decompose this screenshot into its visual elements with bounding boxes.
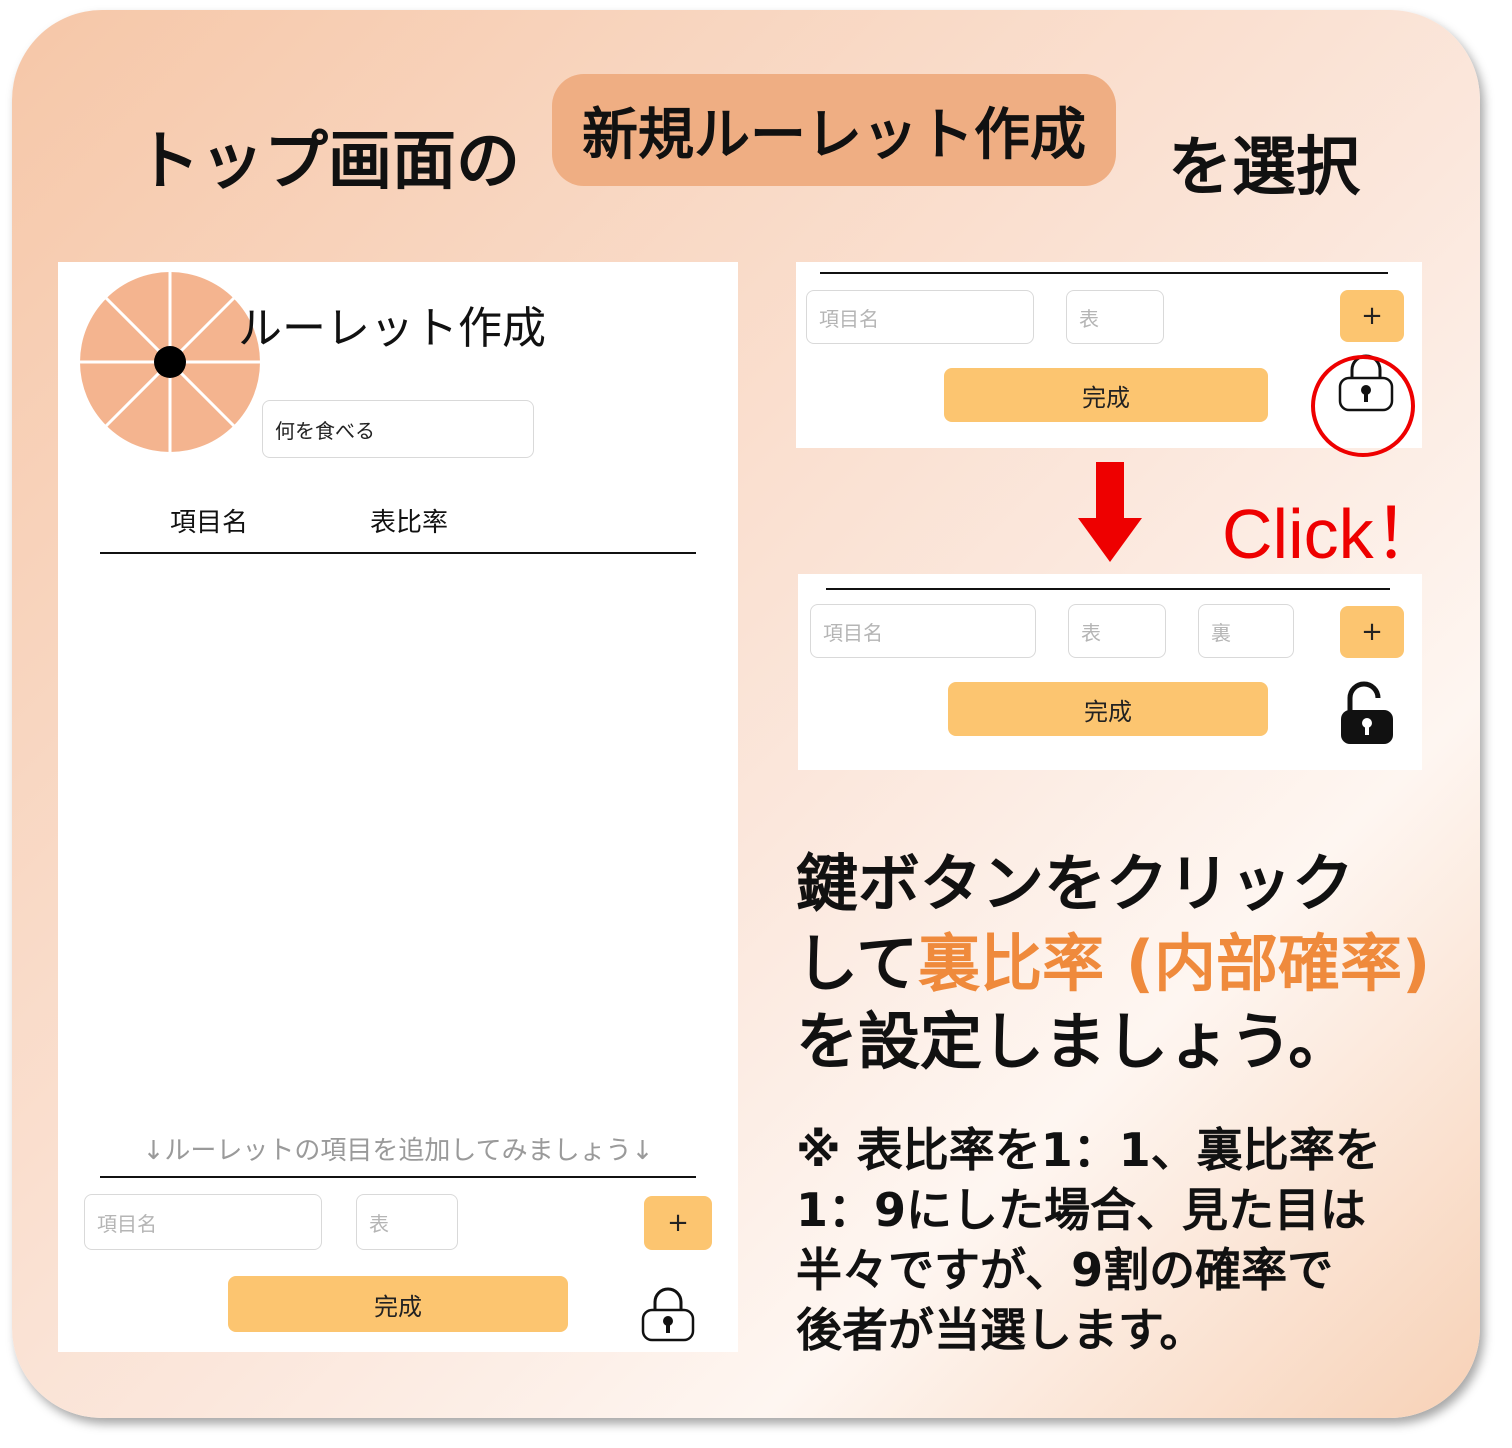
column-header-item: 項目名 bbox=[170, 508, 249, 538]
unlocked-divider bbox=[826, 588, 1390, 590]
complete-button[interactable]: 完成 bbox=[228, 1276, 568, 1332]
roulette-wheel-icon bbox=[80, 272, 260, 452]
note-line-3: 半々ですが、9割の確率で bbox=[796, 1243, 1334, 1297]
new-roulette-button-illustration: 新規ルーレット作成 bbox=[552, 74, 1116, 186]
front-ratio-input[interactable]: 表 bbox=[356, 1194, 458, 1250]
highlight-circle bbox=[1311, 355, 1415, 457]
column-header-ratio: 表比率 bbox=[370, 508, 449, 538]
unlocked-front-ratio-input[interactable]: 表 bbox=[1068, 604, 1166, 658]
unlocked-lock-icon[interactable] bbox=[1338, 680, 1396, 746]
unlocked-add-item-button[interactable]: + bbox=[1340, 606, 1404, 658]
note-line-4: 後者が当選します。 bbox=[796, 1303, 1206, 1357]
instruction-line-2-prefix: して bbox=[796, 927, 919, 1000]
locked-front-ratio-input[interactable]: 表 bbox=[1066, 290, 1164, 344]
locked-item-name-input[interactable]: 項目名 bbox=[806, 290, 1034, 344]
note-line-2: 1：9にした場合、見た目は bbox=[796, 1183, 1367, 1237]
header-divider bbox=[100, 552, 696, 554]
instruction-line-1: 鍵ボタンをクリック bbox=[796, 847, 1355, 920]
instruction-line-2: して裏比率 (内部確率) bbox=[796, 926, 1430, 1002]
locked-add-item-button[interactable]: + bbox=[1340, 290, 1404, 342]
lock-icon[interactable] bbox=[640, 1284, 696, 1342]
input-divider bbox=[100, 1176, 696, 1178]
heading-prefix: トップ画面の bbox=[136, 125, 520, 199]
add-items-hint: ↓ルーレットの項目を追加してみましょう↓ bbox=[142, 1136, 654, 1166]
editor-title: ルーレット作成 bbox=[238, 303, 546, 354]
roulette-name-input[interactable]: 何を食べる bbox=[262, 400, 534, 458]
unlocked-item-name-input[interactable]: 項目名 bbox=[810, 604, 1036, 658]
heading-suffix: を選択 bbox=[1168, 131, 1360, 205]
click-label: Click！ bbox=[1222, 495, 1444, 573]
locked-complete-button[interactable]: 完成 bbox=[944, 368, 1268, 422]
roulette-name-value: 何を食べる bbox=[275, 418, 375, 443]
locked-divider bbox=[820, 272, 1388, 274]
instruction-line-3: を設定しましょう。 bbox=[796, 1005, 1351, 1078]
unlocked-back-ratio-input[interactable]: 裏 bbox=[1198, 604, 1294, 658]
instruction-highlight: 裏比率 (内部確率) bbox=[918, 927, 1431, 1000]
note-line-1: ※ 表比率を1：1、裏比率を bbox=[796, 1123, 1381, 1177]
roulette-editor-screen: ルーレット作成 何を食べる 項目名 表比率 ↓ルーレットの項目を追加してみましょ… bbox=[58, 262, 738, 1352]
add-item-button[interactable]: + bbox=[644, 1196, 712, 1250]
unlocked-complete-button[interactable]: 完成 bbox=[948, 682, 1268, 736]
item-name-input[interactable]: 項目名 bbox=[84, 1194, 322, 1250]
down-arrow-icon bbox=[1078, 462, 1142, 562]
unlocked-input-screen: 項目名 表 裏 + 完成 bbox=[798, 574, 1422, 770]
